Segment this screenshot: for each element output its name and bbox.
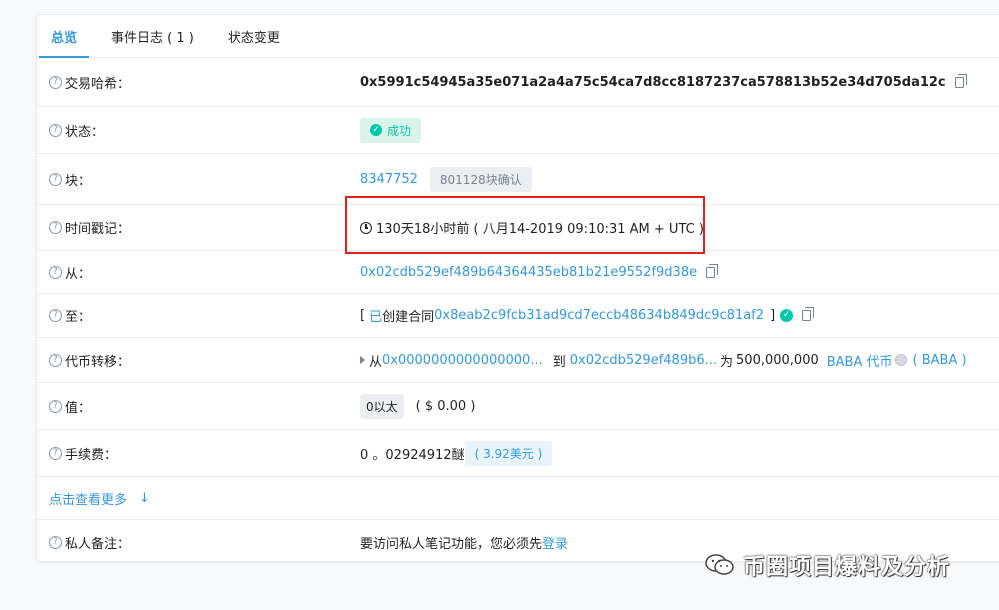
timestamp-value: 130天18小时前 ( 八月14-2019 09:10:31 AM + UTC … [360,218,704,237]
copy-icon[interactable] [954,74,967,88]
to-value: [ 已 创建合同 0x8eab2c9fcb31ad9cd7eccb48634b8… [360,306,815,325]
token-symbol: ( BABA ) [912,352,967,368]
timestamp-text: 130天18小时前 ( 八月14-2019 09:10:31 AM + UTC … [376,222,704,237]
tab-bar: 总览 事件日志 ( 1 ) 状态变更 [37,15,999,58]
token-icon [894,354,907,366]
block-value: 8347752 801128块确认 [360,166,532,192]
token-transfer-label: ? 代币转移： [49,351,130,370]
token-transfer-value: 从 0x0000000000000000... 到 0x02cdb529ef48… [360,351,967,370]
from-label: ? 从： [49,263,91,282]
contract-word: 已 [369,310,383,325]
row-more: 点击查看更多 ↓ [37,477,999,520]
fee-label: ? 手续费： [49,444,117,463]
tx-hash-label: ? 交易哈希： [49,73,130,92]
copy-icon[interactable] [802,307,815,321]
block-number-link[interactable]: 8347752 [360,172,418,187]
status-badge: ✓ 成功 [360,117,422,143]
watermark: 币圈项目爆料及分析 [705,549,950,581]
help-icon[interactable]: ? [49,353,62,367]
to-label: ? 至： [49,306,91,325]
wechat-icon [705,554,735,576]
login-link[interactable]: 登录 [542,533,568,552]
help-icon[interactable]: ? [49,399,62,413]
contract-address-link[interactable]: 0x8eab2c9fcb31ad9cd7eccb48634b849dc9c81a… [434,308,764,323]
note-value: 要访问私人笔记功能，您必须先 登录 [360,533,568,552]
fee-amount: 0 。02924912醚 [360,447,465,463]
fee-value: 0 。02924912醚 ( 3.92美元 ) [360,440,553,466]
row-timestamp: ? 时间戳记： 130天18小时前 ( 八月14-2019 09:10:31 A… [37,205,999,251]
value-value: 0以太 ( $ 0.00 ) [360,393,476,419]
row-from: ? 从： 0x02cdb529ef489b64364435eb81b21e955… [37,251,999,294]
help-icon[interactable]: ? [49,265,62,279]
help-icon[interactable]: ? [49,446,62,460]
check-circle-icon: ✓ [370,124,382,136]
help-icon[interactable]: ? [49,76,62,89]
help-icon[interactable]: ? [49,221,62,234]
note-label: ? 私人备注： [49,533,130,552]
help-icon[interactable]: ? [49,309,62,322]
from-address-link[interactable]: 0x02cdb529ef489b64364435eb81b21e9552f9d3… [360,265,697,280]
usd-value: ( $ 0.00 ) [415,398,476,414]
status-value: ✓ 成功 [360,117,422,143]
help-icon[interactable]: ? [49,535,62,549]
fee-usd-badge: ( 3.92美元 ) [464,440,553,466]
tab-overview[interactable]: 总览 [39,15,90,58]
copy-icon[interactable] [706,263,719,278]
row-to: ? 至： [ 已 创建合同 0x8eab2c9fcb31ad9cd7eccb48… [37,294,999,338]
transfer-from-link[interactable]: 0x0000000000000000... [382,353,543,368]
help-icon[interactable]: ? [49,172,62,186]
status-label: ? 状态： [49,121,104,140]
tx-hash-text: 0x5991c54945a35e071a2a4a75c54ca7d8cc8187… [360,75,946,90]
block-label: ? 块： [49,170,91,189]
row-block: ? 块： 8347752 801128块确认 [37,154,999,205]
value-label: ? 值： [49,397,91,416]
transaction-details-card: 总览 事件日志 ( 1 ) 状态变更 ? 交易哈希： 0x5991c54945a… [36,14,999,562]
verified-check-icon: ✓ [780,309,794,322]
token-name-link[interactable]: BABA 代币 [827,351,893,370]
eth-value-badge: 0以太 [360,393,404,419]
transfer-amount: 500,000,000 [736,352,819,368]
watermark-text: 币圈项目爆料及分析 [743,555,951,580]
timestamp-label: ? 时间戳记： [49,218,130,237]
clock-icon [360,221,372,234]
tab-state-changes[interactable]: 状态变更 [216,15,292,57]
row-fee: ? 手续费： 0 。02924912醚 ( 3.92美元 ) [37,430,999,477]
from-value: 0x02cdb529ef489b64364435eb81b21e9552f9d3… [360,263,719,280]
row-value: ? 值： 0以太 ( $ 0.00 ) [37,383,999,430]
transfer-to-link[interactable]: 0x02cdb529ef489b6... [570,353,717,368]
help-icon[interactable]: ? [49,123,62,137]
tx-hash-value: 0x5991c54945a35e071a2a4a75c54ca7d8cc8187… [360,74,967,90]
row-status: ? 状态： ✓ 成功 [37,107,999,154]
see-more-link[interactable]: 点击查看更多 ↓ [49,489,150,508]
confirmations-badge: 801128块确认 [429,166,532,192]
tab-event-logs[interactable]: 事件日志 ( 1 ) [99,15,206,57]
arrow-down-icon: ↓ [139,490,150,506]
row-tx-hash: ? 交易哈希： 0x5991c54945a35e071a2a4a75c54ca7… [37,59,999,107]
row-token-transfer: ? 代币转移： 从 0x0000000000000000... 到 0x02cd… [37,338,999,383]
caret-right-icon [360,356,365,364]
